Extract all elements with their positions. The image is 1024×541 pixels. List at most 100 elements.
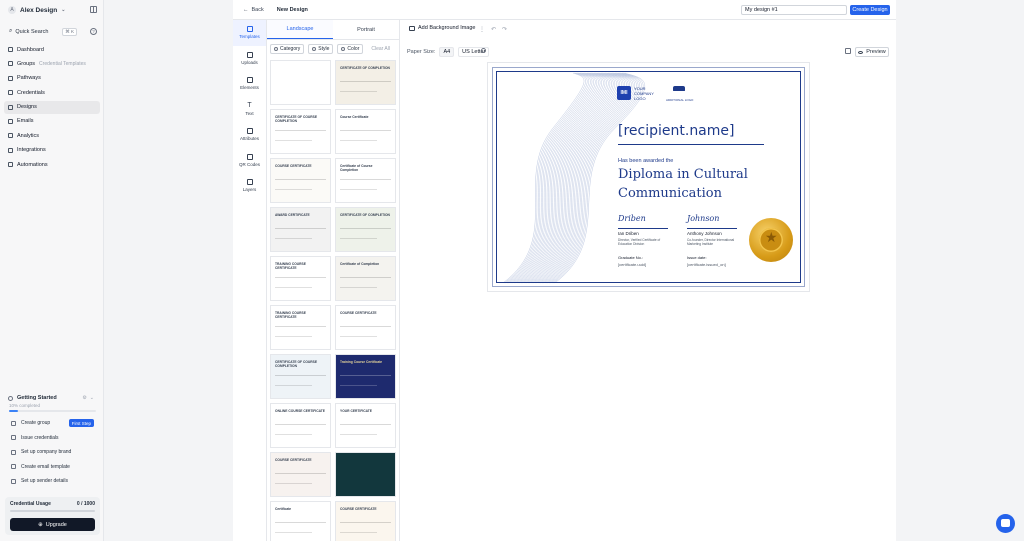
getting-started-item[interactable]: Create group First Step	[5, 416, 100, 431]
getting-started-header[interactable]: Getting Started ⚙⌄	[5, 393, 100, 403]
template-thumbnail[interactable]: Training Course Certificate	[335, 354, 396, 399]
template-thumbnail[interactable]: CERTIFICATE OF COMPLETION	[335, 207, 396, 252]
nav-item-dashboard[interactable]: Dashboard	[4, 43, 100, 56]
account-switcher[interactable]: A Alex Design ⌄	[8, 5, 65, 15]
rail-label: Elements	[240, 85, 259, 91]
design-editor: ←Back New Design Create Design Templates…	[233, 0, 897, 541]
template-thumbnail[interactable]: COURSE CERTIFICATE	[335, 305, 396, 350]
rail-text[interactable]: T Text	[233, 97, 266, 123]
rail-elements[interactable]: Elements	[233, 71, 266, 97]
chat-support-icon[interactable]	[996, 514, 1015, 533]
nav-item-integrations[interactable]: Integrations	[4, 144, 100, 157]
tab-landscape[interactable]: Landscape	[267, 20, 333, 39]
emails-icon	[8, 118, 13, 124]
filter-color[interactable]: Color	[337, 44, 364, 54]
signer-2-name[interactable]: Anthony Johnson	[687, 231, 722, 236]
certificate-canvas[interactable]: IMI YOUR COMPANY LOGO ADDITIONAL LOGO [r…	[488, 63, 809, 291]
template-thumbnail[interactable]: AWARD CERTIFICATE	[270, 207, 331, 252]
signature-1[interactable]: Driben	[618, 214, 646, 223]
template-thumbnail[interactable]: COURSE CERTIFICATE	[335, 501, 396, 541]
template-thumbnail[interactable]: Course Certificate	[335, 109, 396, 154]
graduate-value[interactable]: [certificate.uuid]	[618, 262, 646, 267]
back-button[interactable]: ← Back	[243, 7, 264, 13]
getting-started-item[interactable]: Set up company brand	[5, 445, 100, 460]
copy-icon[interactable]	[845, 48, 851, 54]
issue-date-value[interactable]: [certificate.issued_on]	[687, 262, 726, 267]
template-thumbnail[interactable]: COURSE CERTIFICATE	[270, 452, 331, 497]
template-thumbnail[interactable]: CERTIFICATE OF COURSE COMPLETION	[270, 109, 331, 154]
thumbnail-title: Training Course Certificate	[340, 360, 383, 364]
awarded-text[interactable]: Has been awarded the	[618, 158, 673, 164]
template-thumbnail[interactable]	[270, 60, 331, 105]
usage-bar	[10, 510, 95, 512]
template-thumbnail[interactable]: Certificate	[270, 501, 331, 541]
getting-started-item[interactable]: Create email template	[5, 460, 100, 475]
template-thumbnail[interactable]: COURSE CERTIFICATE	[270, 158, 331, 203]
getting-started-item[interactable]: Issue credentials	[5, 431, 100, 446]
getting-started-item[interactable]: Set up sender details	[5, 474, 100, 489]
template-thumbnail[interactable]: Certificate of Course Completion	[335, 158, 396, 203]
signer-1-title[interactable]: Director, Verified Certificate of Educat…	[618, 238, 668, 246]
template-thumbnail[interactable]: CERTIFICATE OF COMPLETION	[335, 60, 396, 105]
signature-2[interactable]: Johnson	[687, 214, 719, 223]
quick-search[interactable]: ⌕ Quick Search ⌘ K	[6, 26, 80, 37]
nav-item-groups[interactable]: Groups Credential Templates	[4, 57, 100, 70]
thumbnail-line	[340, 287, 377, 288]
elements-icon	[246, 77, 253, 84]
thumbnail-title: COURSE CERTIFICATE	[275, 164, 312, 168]
signer-2-title[interactable]: Co-founder, Director International Marke…	[687, 238, 739, 246]
nav-item-designs[interactable]: Designs	[4, 100, 100, 114]
thumbnail-title: CERTIFICATE OF COURSE COMPLETION	[275, 360, 318, 368]
template-thumbnail[interactable]: CERTIFICATE OF COURSE COMPLETION	[270, 354, 331, 399]
thumbnail-line	[275, 385, 312, 386]
template-thumbnail[interactable]	[335, 452, 396, 497]
layers-icon	[246, 179, 253, 186]
design-name-input[interactable]	[741, 5, 847, 15]
thumbnail-line	[340, 385, 377, 386]
preview-button[interactable]: Preview	[855, 47, 889, 57]
gold-seal[interactable]	[749, 218, 793, 262]
add-background-button[interactable]: Add Background Image	[409, 25, 475, 31]
automations-icon	[8, 162, 13, 168]
rail-templates[interactable]: Templates	[233, 20, 266, 46]
search-icon: ⌕	[9, 28, 13, 34]
paper-a4[interactable]: A4	[439, 47, 455, 57]
nav-item-pathways[interactable]: Pathways	[4, 72, 100, 85]
undo-redo-tools[interactable]: ⋮↶↷	[479, 26, 513, 33]
tab-portrait[interactable]: Portrait	[333, 20, 399, 39]
graduation-cap-icon	[673, 86, 685, 92]
info-icon[interactable]	[481, 48, 486, 53]
thumbnail-line	[340, 522, 391, 523]
rail-uploads[interactable]: Uploads	[233, 46, 266, 72]
rail-attributes[interactable]: Attributes	[233, 122, 266, 148]
thumbnail-title: Course Certificate	[340, 115, 369, 119]
template-thumbnail[interactable]: TRAINING COURSE CERTIFICATE	[270, 256, 331, 301]
template-thumbnail[interactable]: TRAINING COURSE CERTIFICATE	[270, 305, 331, 350]
create-design-button[interactable]: Create Design	[850, 5, 890, 15]
certificate-title[interactable]: Diploma in Cultural Communication	[618, 166, 778, 204]
template-thumbnail[interactable]: Certificate of Completion	[335, 256, 396, 301]
template-thumbnail[interactable]: ONLINE COURSE CERTIFICATE	[270, 403, 331, 448]
rail-label: Templates	[239, 34, 260, 40]
upgrade-button[interactable]: ⊕ Upgrade	[10, 518, 95, 531]
sidebar-collapse-icon[interactable]	[90, 6, 97, 13]
issue-date-label[interactable]: Issue date:	[687, 255, 707, 260]
rail-qr-codes[interactable]: QR Codes	[233, 148, 266, 174]
rail-layers[interactable]: Layers	[233, 173, 266, 199]
template-thumbnail[interactable]: YOUR CERTIFICATE	[335, 403, 396, 448]
qr-code-icon	[246, 153, 253, 160]
nav-item-credentials[interactable]: Credentials	[4, 86, 100, 99]
settings-chevron-icons[interactable]: ⚙⌄	[82, 395, 97, 401]
nav-item-analytics[interactable]: Analytics	[4, 129, 100, 142]
filter-style[interactable]: Style	[308, 44, 334, 54]
nav-item-emails[interactable]: Emails	[4, 115, 100, 128]
clear-all-button[interactable]: Clear All	[371, 46, 390, 52]
company-logo[interactable]: IMI	[617, 86, 631, 100]
graduate-label[interactable]: Graduate No.:	[618, 255, 643, 260]
filter-category[interactable]: Category	[270, 44, 305, 54]
signer-1-name[interactable]: Ian Driben	[618, 231, 639, 236]
help-icon[interactable]: ?	[90, 28, 97, 35]
rail-label: Uploads	[241, 59, 258, 65]
nav-item-automations[interactable]: Automations	[4, 158, 100, 171]
recipient-name[interactable]: [recipient.name]	[618, 123, 734, 139]
